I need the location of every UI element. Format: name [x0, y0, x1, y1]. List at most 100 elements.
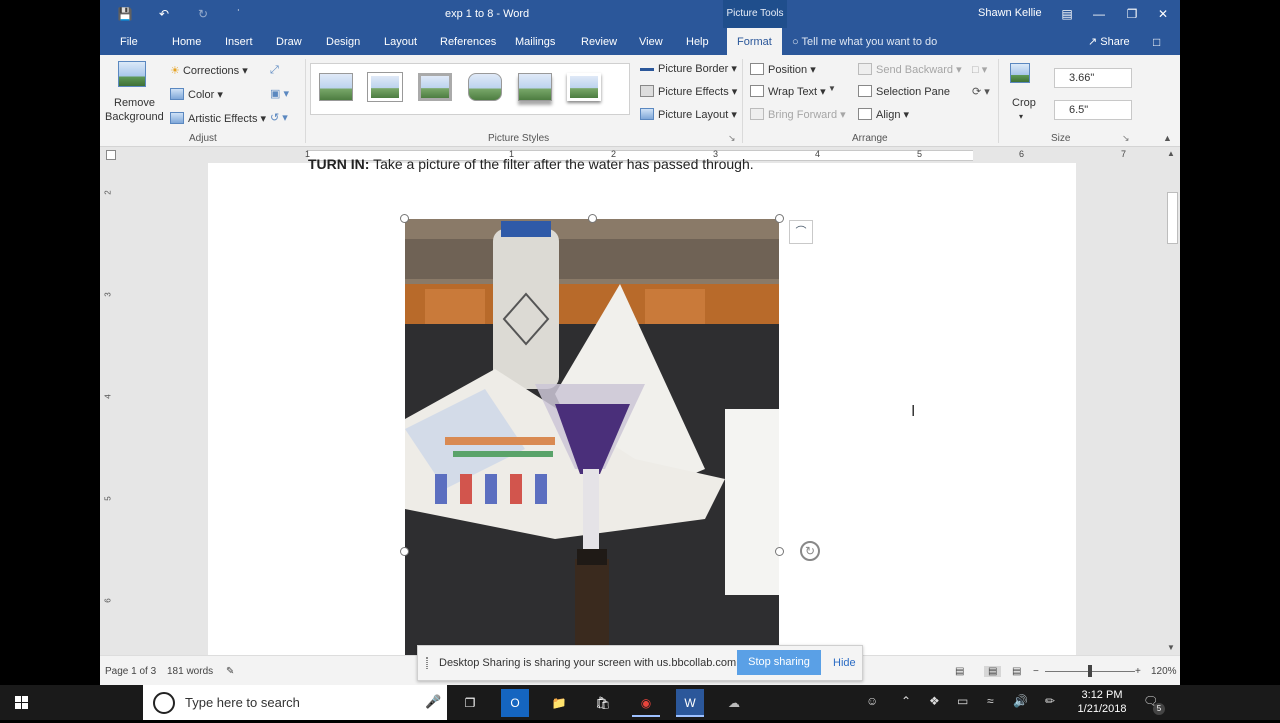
- pen-icon[interactable]: ✏: [1045, 694, 1055, 708]
- selection-pane-button[interactable]: Selection Pane: [858, 85, 950, 99]
- customize-qat-icon[interactable]: ˙: [230, 5, 248, 23]
- rotate-objects-icon[interactable]: ⟳ ▾: [972, 85, 990, 99]
- blackboard-collaborate-icon[interactable]: ☁: [720, 689, 748, 717]
- picture-styles-gallery[interactable]: ▼: [310, 63, 836, 115]
- tab-help[interactable]: Help: [686, 28, 709, 55]
- picture-style-thumb[interactable]: [418, 73, 452, 101]
- restore-button[interactable]: ❐: [1119, 4, 1145, 24]
- position-button[interactable]: Position ▾: [750, 63, 816, 77]
- web-layout-icon[interactable]: ▤: [1012, 666, 1021, 677]
- share-button[interactable]: ↗ Share: [1088, 28, 1130, 55]
- tab-insert[interactable]: Insert: [225, 28, 253, 55]
- layout-options-icon[interactable]: ⌒: [789, 220, 813, 244]
- wifi-icon[interactable]: ≈: [987, 694, 994, 708]
- tab-layout[interactable]: Layout: [384, 28, 417, 55]
- undo-icon[interactable]: ↶: [155, 5, 173, 23]
- people-icon[interactable]: ☺: [866, 694, 878, 708]
- vertical-ruler[interactable]: 2 3 4 5 6: [100, 163, 118, 655]
- scroll-down-icon[interactable]: ▼: [1167, 643, 1175, 652]
- proofing-icon[interactable]: ✎: [226, 666, 234, 677]
- rotate-handle-icon[interactable]: ↻: [800, 541, 820, 561]
- tab-format[interactable]: Format: [727, 28, 782, 55]
- picture-style-thumb[interactable]: [367, 72, 403, 102]
- word-count[interactable]: 181 words: [167, 666, 213, 677]
- resize-handle[interactable]: [775, 214, 784, 223]
- send-backward-button[interactable]: Send Backward ▾: [858, 63, 962, 77]
- system-clock[interactable]: 3:12 PM 1/21/2018: [1069, 688, 1135, 716]
- picture-border-button[interactable]: Picture Border ▾: [640, 62, 737, 76]
- microphone-icon[interactable]: 🎤: [425, 694, 441, 710]
- resize-handle[interactable]: [775, 547, 784, 556]
- scrollbar-thumb[interactable]: [1167, 192, 1178, 244]
- align-button[interactable]: Align ▾: [858, 108, 909, 122]
- stop-sharing-button[interactable]: Stop sharing: [737, 650, 821, 675]
- outlook-icon[interactable]: O: [501, 689, 529, 717]
- change-picture-icon[interactable]: ▣ ▾: [270, 87, 289, 101]
- height-input[interactable]: 3.66": [1054, 68, 1132, 88]
- tab-mailings[interactable]: Mailings: [515, 28, 555, 55]
- wrap-text-button[interactable]: Wrap Text ▾: [750, 85, 826, 99]
- tab-file[interactable]: File: [120, 28, 138, 55]
- print-layout-icon[interactable]: ▤: [984, 666, 1002, 677]
- start-button[interactable]: [0, 685, 44, 720]
- size-launcher-icon[interactable]: ↘: [1122, 131, 1130, 145]
- zoom-in-icon[interactable]: +: [1135, 666, 1141, 677]
- taskbar-search[interactable]: Type here to search 🎤: [143, 685, 447, 720]
- hide-link[interactable]: Hide: [833, 657, 856, 669]
- tab-review[interactable]: Review: [581, 28, 617, 55]
- artistic-effects-button[interactable]: Artistic Effects ▾: [170, 112, 266, 126]
- resize-handle[interactable]: [400, 214, 409, 223]
- resize-handle[interactable]: [588, 214, 597, 223]
- bring-forward-button[interactable]: Bring Forward ▾: [750, 108, 846, 122]
- color-button[interactable]: Color ▾: [170, 88, 223, 102]
- resize-handle[interactable]: [400, 547, 409, 556]
- width-input[interactable]: 6.5": [1054, 100, 1132, 120]
- tab-design[interactable]: Design: [326, 28, 360, 55]
- document-page[interactable]: TURN IN: Take a picture of the filter af…: [208, 156, 1076, 655]
- selected-picture[interactable]: [405, 219, 779, 655]
- format-picture-launcher-icon[interactable]: ↘: [728, 131, 736, 145]
- drag-grip-icon[interactable]: [426, 657, 428, 669]
- group-objects-icon[interactable]: □ ▾: [972, 63, 987, 77]
- tab-draw[interactable]: Draw: [276, 28, 302, 55]
- collapse-ribbon-icon[interactable]: ▲: [1163, 131, 1172, 145]
- instruction-paragraph[interactable]: TURN IN: Take a picture of the filter af…: [308, 156, 754, 172]
- picture-style-thumb[interactable]: [567, 73, 601, 101]
- cortana-icon[interactable]: [153, 692, 175, 714]
- minimize-button[interactable]: —: [1086, 4, 1112, 24]
- tab-view[interactable]: View: [639, 28, 663, 55]
- store-icon[interactable]: 🛍: [589, 689, 617, 717]
- ribbon-display-options-icon[interactable]: ▤: [1054, 4, 1080, 24]
- tab-selector[interactable]: [106, 150, 116, 160]
- user-name[interactable]: Shawn Kellie: [978, 7, 1042, 19]
- show-hidden-icons-icon[interactable]: ⌃: [901, 694, 911, 708]
- picture-style-thumb[interactable]: [518, 73, 552, 101]
- vertical-scrollbar[interactable]: ▲ ▼: [1164, 147, 1180, 655]
- close-button[interactable]: ✕: [1150, 4, 1176, 24]
- task-view-icon[interactable]: ❐: [456, 689, 484, 717]
- dropbox-icon[interactable]: ❖: [929, 694, 940, 708]
- page-count[interactable]: Page 1 of 3: [105, 666, 156, 677]
- redo-icon[interactable]: ↻: [194, 5, 212, 23]
- tab-references[interactable]: References: [440, 28, 496, 55]
- picture-layout-button[interactable]: Picture Layout ▾: [640, 108, 737, 122]
- zoom-slider-thumb[interactable]: [1088, 665, 1092, 677]
- corrections-button[interactable]: ☀ Corrections ▾: [170, 64, 248, 78]
- save-icon[interactable]: 💾: [116, 5, 134, 23]
- gallery-more-icon[interactable]: ▼: [825, 84, 839, 98]
- comments-icon[interactable]: □: [1153, 28, 1160, 55]
- picture-style-thumb[interactable]: [319, 73, 353, 101]
- file-explorer-icon[interactable]: 📁: [545, 689, 573, 717]
- zoom-level[interactable]: 120%: [1151, 666, 1177, 677]
- reset-picture-icon[interactable]: ↺ ▾: [270, 111, 288, 125]
- battery-icon[interactable]: ▭: [957, 694, 968, 708]
- chrome-icon[interactable]: ◉: [632, 689, 660, 717]
- compress-pictures-icon[interactable]: ⤢: [270, 63, 279, 77]
- scroll-up-icon[interactable]: ▲: [1167, 149, 1175, 158]
- volume-icon[interactable]: 🔊: [1013, 694, 1028, 708]
- picture-effects-button[interactable]: Picture Effects ▾: [640, 85, 737, 99]
- read-mode-icon[interactable]: ▤: [955, 666, 964, 677]
- zoom-out-icon[interactable]: −: [1033, 666, 1039, 677]
- picture-style-thumb[interactable]: [468, 73, 502, 101]
- tab-home[interactable]: Home: [172, 28, 201, 55]
